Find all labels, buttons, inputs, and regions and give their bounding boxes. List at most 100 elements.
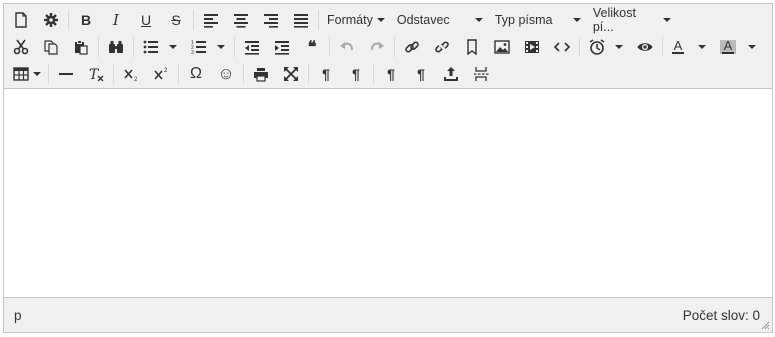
code-icon <box>554 41 570 52</box>
separator <box>133 36 134 57</box>
bold-button[interactable]: B <box>71 8 101 32</box>
chevron-down-icon[interactable] <box>615 44 623 49</box>
background-color-button[interactable]: A <box>713 35 761 59</box>
remove-link-button[interactable] <box>427 35 457 59</box>
undo-icon <box>340 41 353 50</box>
word-count: Počet slov: 0 <box>682 307 760 323</box>
chevron-down-icon[interactable] <box>33 71 41 76</box>
align-center-icon <box>234 13 248 28</box>
separator <box>234 36 235 57</box>
undo-button[interactable] <box>332 35 362 59</box>
clear-formatting-button[interactable]: T <box>81 62 111 86</box>
upload-icon <box>444 66 458 81</box>
strikethrough-button[interactable]: S <box>161 8 191 32</box>
show-invisibles-button[interactable]: ¶ <box>406 62 436 86</box>
editor-toolbar: B I U S Formáty Odstavec Typ písma Velik… <box>4 4 772 89</box>
find-replace-button[interactable] <box>101 35 131 59</box>
settings-button[interactable] <box>36 8 66 32</box>
horizontal-rule-icon <box>59 72 73 75</box>
separator <box>243 63 244 84</box>
separator <box>373 63 374 84</box>
rich-text-editor: B I U S Formáty Odstavec Typ písma Velik… <box>3 3 773 333</box>
upload-button[interactable] <box>436 62 466 86</box>
background-color-icon: A <box>720 37 736 54</box>
rtl-button[interactable]: ¶ <box>341 62 371 86</box>
special-character-button[interactable]: Ω <box>181 62 211 86</box>
chevron-down-icon[interactable] <box>748 44 756 49</box>
align-justify-button[interactable] <box>286 8 316 32</box>
separator <box>308 63 309 84</box>
element-path[interactable]: p <box>14 308 22 323</box>
fullscreen-button[interactable] <box>276 62 306 86</box>
unlink-icon <box>435 39 449 54</box>
clear-formatting-icon: T <box>89 67 104 82</box>
insert-datetime-button[interactable] <box>582 35 630 59</box>
bold-icon: B <box>80 11 92 28</box>
align-center-button[interactable] <box>226 8 256 32</box>
align-justify-icon <box>294 13 308 28</box>
underline-button[interactable]: U <box>131 8 161 32</box>
redo-button[interactable] <box>362 35 392 59</box>
new-document-icon <box>15 11 27 28</box>
block-format-dropdown[interactable]: Odstavec <box>391 8 489 32</box>
font-size-dropdown[interactable]: Velikost pí... <box>587 5 677 34</box>
italic-button[interactable]: I <box>101 8 131 32</box>
redo-icon <box>371 41 384 50</box>
background-color-letter: A <box>723 37 733 53</box>
numbered-list-button[interactable]: 123 <box>184 35 232 59</box>
text-color-icon: A <box>672 39 684 54</box>
emoticons-button[interactable]: ☺ <box>211 62 241 86</box>
background-color-swatch <box>722 51 734 54</box>
media-icon <box>525 40 539 53</box>
font-size-label: Velikost pí... <box>592 5 636 34</box>
source-code-button[interactable] <box>547 35 577 59</box>
quote-icon: ❝ <box>307 38 317 56</box>
chevron-down-icon[interactable] <box>698 44 706 49</box>
chevron-down-icon <box>376 17 385 22</box>
page-break-button[interactable] <box>466 62 496 86</box>
text-color-button[interactable]: A <box>665 35 713 59</box>
insert-image-button[interactable] <box>487 35 517 59</box>
subscript-button[interactable]: 2 <box>116 62 146 86</box>
new-document-button[interactable] <box>6 8 36 32</box>
font-family-label: Typ písma <box>494 12 553 27</box>
status-bar: p Počet slov: 0 <box>4 298 772 332</box>
svg-text:2: 2 <box>134 77 138 82</box>
align-right-button[interactable] <box>256 8 286 32</box>
underline-icon: U <box>140 11 152 28</box>
paste-button[interactable] <box>66 35 96 59</box>
blockquote-button[interactable]: ❝ <box>297 35 327 59</box>
font-family-dropdown[interactable]: Typ písma <box>489 8 587 32</box>
chevron-down-icon[interactable] <box>217 44 225 49</box>
align-left-button[interactable] <box>196 8 226 32</box>
formats-label: Formáty <box>327 12 373 27</box>
separator <box>662 36 663 57</box>
insert-media-button[interactable] <box>517 35 547 59</box>
svg-text:2: 2 <box>164 68 168 74</box>
fullscreen-icon <box>284 66 298 81</box>
separator <box>98 36 99 57</box>
editor-content-area[interactable] <box>4 89 772 298</box>
outdent-button[interactable] <box>237 35 267 59</box>
insert-link-button[interactable] <box>397 35 427 59</box>
cut-button[interactable] <box>6 35 36 59</box>
table-button[interactable] <box>6 62 46 86</box>
copy-icon <box>44 39 58 55</box>
bullet-list-button[interactable] <box>136 35 184 59</box>
horizontal-rule-button[interactable] <box>51 62 81 86</box>
resize-handle-icon[interactable] <box>761 321 770 330</box>
formats-dropdown[interactable]: Formáty <box>321 8 391 32</box>
show-blocks-button[interactable]: ¶ <box>376 62 406 86</box>
paste-icon <box>75 39 88 55</box>
superscript-button[interactable]: 2 <box>146 62 176 86</box>
chevron-down-icon[interactable] <box>169 44 177 49</box>
eye-icon <box>637 42 653 51</box>
indent-button[interactable] <box>267 35 297 59</box>
ltr-button[interactable]: ¶ <box>311 62 341 86</box>
preview-button[interactable] <box>630 35 660 59</box>
anchor-button[interactable] <box>457 35 487 59</box>
page-break-icon <box>474 66 489 81</box>
bookmark-icon <box>467 38 477 55</box>
print-button[interactable] <box>246 62 276 86</box>
copy-button[interactable] <box>36 35 66 59</box>
